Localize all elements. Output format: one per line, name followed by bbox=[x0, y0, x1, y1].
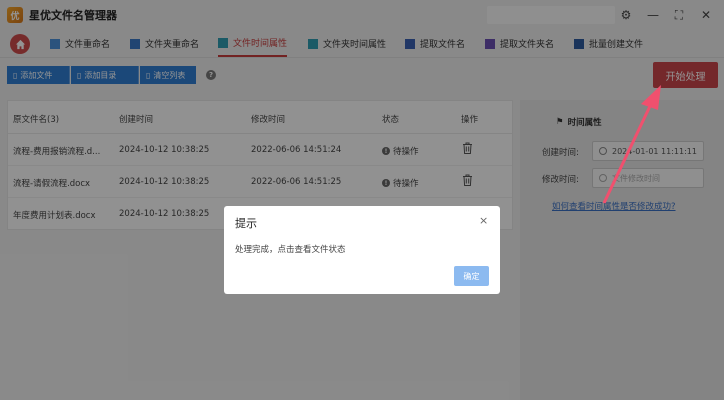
annotation-arrow bbox=[602, 85, 661, 204]
dialog-ok-button[interactable]: 确定 bbox=[454, 266, 489, 286]
arrow-head bbox=[641, 85, 661, 110]
arrow-shaft bbox=[602, 103, 653, 204]
dialog-close-icon[interactable]: × bbox=[479, 214, 488, 227]
dialog: 提示 × 处理完成，点击查看文件状态 确定 bbox=[224, 206, 500, 294]
dialog-message: 处理完成，点击查看文件状态 bbox=[235, 245, 346, 255]
dialog-title: 提示 bbox=[235, 217, 257, 230]
